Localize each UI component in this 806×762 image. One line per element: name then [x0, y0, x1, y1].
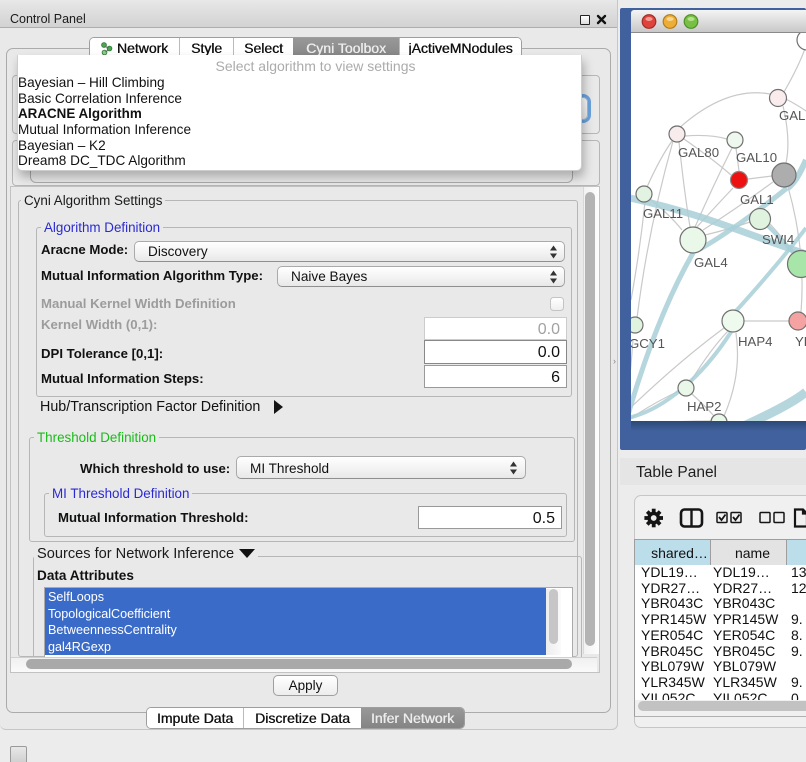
svg-text:GAL1: GAL1: [740, 192, 774, 207]
svg-text:GAL11: GAL11: [643, 206, 683, 221]
svg-text:GAL7: GAL7: [779, 108, 806, 123]
svg-text:GAL10: GAL10: [736, 150, 777, 165]
svg-text:GCY1: GCY1: [631, 336, 665, 351]
svg-text:HAP2: HAP2: [687, 399, 721, 414]
svg-text:GAL4: GAL4: [694, 255, 728, 270]
svg-text:HAP4: HAP4: [738, 334, 772, 349]
svg-text:YP: YP: [795, 334, 806, 349]
svg-text:SWI4: SWI4: [762, 232, 794, 247]
svg-text:GAL80: GAL80: [678, 145, 719, 160]
